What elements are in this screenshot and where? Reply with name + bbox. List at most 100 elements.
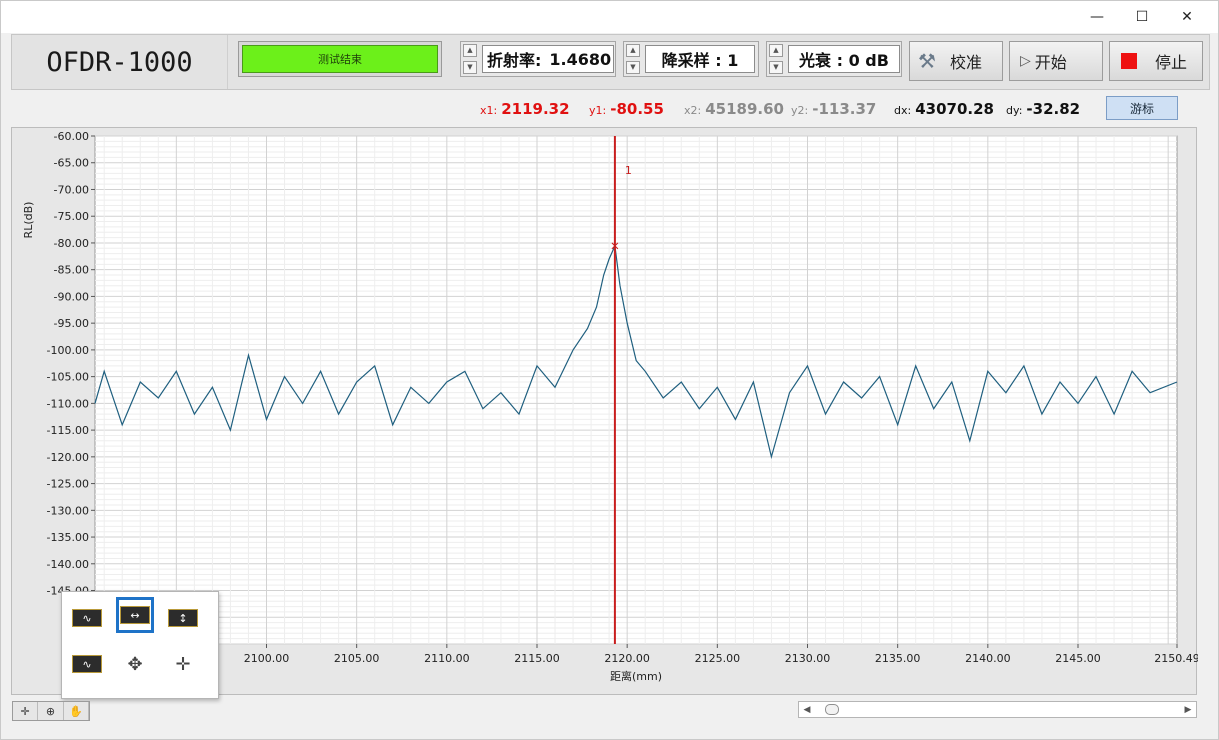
pan-hand-icon[interactable]: ✋: [64, 702, 89, 720]
plot-area: [94, 135, 1178, 645]
refractive-index-spinner[interactable]: ▲ ▼: [463, 44, 479, 74]
x1-label: x1:: [480, 104, 498, 117]
refractive-index-control[interactable]: ▲ ▼ 折射率: 1.4680: [460, 41, 616, 77]
start-button[interactable]: ▷ 开始: [1009, 41, 1103, 81]
horizontal-scrollbar[interactable]: ◀ ▶: [798, 701, 1197, 718]
minimize-button[interactable]: —: [1074, 1, 1120, 33]
y-tick-label: -140.00: [47, 558, 89, 571]
x-tick-label: 2110.00: [424, 652, 470, 665]
x-tick-label: 2100.00: [244, 652, 290, 665]
app-window: — ☐ ✕ OFDR-1000 测试结束 ▲ ▼ 折射率: 1.4680 ▲ ▼…: [0, 0, 1219, 740]
status-text: 测试结束: [242, 45, 438, 73]
refractive-index-value: 1.4680: [549, 49, 612, 69]
x-tick-label: 2135.00: [875, 652, 921, 665]
spin-up-icon[interactable]: ▲: [626, 44, 640, 57]
y-tick-label: -100.00: [47, 344, 89, 357]
dy-value: -32.82: [1026, 100, 1081, 118]
maximize-button[interactable]: ☐: [1119, 1, 1165, 33]
zoom-fit-icon: ∿: [72, 655, 102, 673]
scroll-left-icon[interactable]: ◀: [799, 702, 815, 717]
x-tick-label: 2130.00: [785, 652, 831, 665]
x2-label: x2:: [684, 104, 702, 117]
zoom-x-tool[interactable]: ↔: [116, 597, 154, 633]
y-tick-label: -120.00: [47, 451, 89, 464]
zoom-x-icon: ↔: [120, 606, 150, 624]
y-tick-label: -65.00: [54, 157, 89, 170]
scroll-thumb[interactable]: [825, 704, 839, 715]
y-tick-label: -85.00: [54, 264, 89, 277]
stop-label: 停止: [1155, 53, 1188, 72]
x1-value: 2119.32: [501, 100, 570, 118]
zoom-in-point-tool[interactable]: ✥: [116, 646, 154, 682]
zoom-y-tool[interactable]: ↕: [164, 600, 202, 636]
play-icon: ▷: [1020, 53, 1031, 69]
attenuation-field[interactable]: 光衰 : 0 dB: [788, 45, 900, 73]
y-tick-label: -115.00: [47, 424, 89, 437]
top-toolbar: OFDR-1000 测试结束 ▲ ▼ 折射率: 1.4680 ▲ ▼ 降采样 :…: [11, 34, 1210, 90]
zoom-out-point-tool[interactable]: ✛: [164, 646, 202, 682]
zoom-in-arrows-icon: ✥: [127, 653, 143, 675]
y-tick-label: -110.00: [47, 397, 89, 410]
zoom-rect-tool[interactable]: ∿: [68, 600, 106, 636]
dy-readout: dy: -32.82: [1006, 100, 1080, 118]
scroll-right-icon[interactable]: ▶: [1180, 702, 1196, 717]
spin-down-icon[interactable]: ▼: [769, 61, 783, 74]
zoom-tool-icon[interactable]: ⊕: [38, 702, 64, 720]
y1-value: -80.55: [610, 100, 664, 118]
x-tick-label: 2120.00: [604, 652, 650, 665]
y-tick-label: -90.00: [54, 290, 89, 303]
spin-down-icon[interactable]: ▼: [463, 61, 477, 74]
title-bar: — ☐ ✕: [1, 1, 1218, 33]
x-tick-label: 2115.00: [514, 652, 560, 665]
graph-tool-palette: ∿ ↔ ↕ ∿ ✥ ✛: [61, 591, 219, 699]
y-tick-label: -130.00: [47, 504, 89, 517]
y2-value: -113.37: [812, 100, 877, 118]
downsample-control[interactable]: ▲ ▼ 降采样 : 1: [623, 41, 759, 77]
zoom-rect-icon: ∿: [72, 609, 102, 627]
cursor-button[interactable]: 游标: [1106, 96, 1178, 120]
y-tick-label: -70.00: [54, 183, 89, 196]
x-tick-label: 2105.00: [334, 652, 380, 665]
attenuation-control[interactable]: ▲ ▼ 光衰 : 0 dB: [766, 41, 902, 77]
x-tick-label: 2145.00: [1055, 652, 1101, 665]
y2-label: y2:: [791, 104, 809, 117]
cursor-label: 1: [625, 164, 632, 177]
tools-icon: ⚒: [918, 49, 936, 73]
attenuation-spinner[interactable]: ▲ ▼: [769, 44, 785, 74]
status-indicator: 测试结束: [238, 41, 442, 77]
y-tick-label: -75.00: [54, 210, 89, 223]
x2-readout: x2: 45189.60: [684, 100, 784, 118]
y-tick-label: -125.00: [47, 478, 89, 491]
y1-label: y1:: [589, 104, 607, 117]
refractive-index-field[interactable]: 折射率: 1.4680: [482, 45, 614, 73]
y1-readout: y1: -80.55: [589, 100, 664, 118]
start-label: 开始: [1034, 53, 1067, 72]
graph-tools-bar: ✛ ⊕ ✋: [12, 701, 90, 721]
y-tick-label: -60.00: [54, 130, 89, 143]
calibrate-label: 校准: [949, 53, 982, 72]
y-tick-label: -105.00: [47, 371, 89, 384]
stop-button[interactable]: 停止: [1109, 41, 1203, 81]
y-tick-label: -135.00: [47, 531, 89, 544]
zoom-out-arrows-icon: ✛: [175, 653, 191, 675]
spin-up-icon[interactable]: ▲: [463, 44, 477, 57]
x1-readout: x1: 2119.32: [480, 100, 570, 118]
x-tick-label: 2150.49: [1154, 652, 1198, 665]
calibrate-button[interactable]: ⚒ 校准: [909, 41, 1003, 81]
zoom-y-icon: ↕: [168, 609, 198, 627]
downsample-field[interactable]: 降采样 : 1: [645, 45, 755, 73]
spin-up-icon[interactable]: ▲: [769, 44, 783, 57]
y-tick-label: -95.00: [54, 317, 89, 330]
y-axis-label: RL(dB): [22, 202, 35, 239]
close-button[interactable]: ✕: [1164, 1, 1210, 33]
stop-icon: [1121, 53, 1137, 69]
x-axis-label: 距离(mm): [610, 669, 662, 683]
spin-down-icon[interactable]: ▼: [626, 61, 640, 74]
y-tick-label: -80.00: [54, 237, 89, 250]
y2-readout: y2: -113.37: [791, 100, 876, 118]
cursor-tool-icon[interactable]: ✛: [13, 702, 39, 720]
zoom-fit-tool[interactable]: ∿: [68, 646, 106, 682]
cursor-readout-bar: x1: 2119.32 y1: -80.55 x2: 45189.60 y2: -113…: [11, 91, 1210, 127]
downsample-spinner[interactable]: ▲ ▼: [626, 44, 642, 74]
app-title: OFDR-1000: [12, 35, 228, 89]
